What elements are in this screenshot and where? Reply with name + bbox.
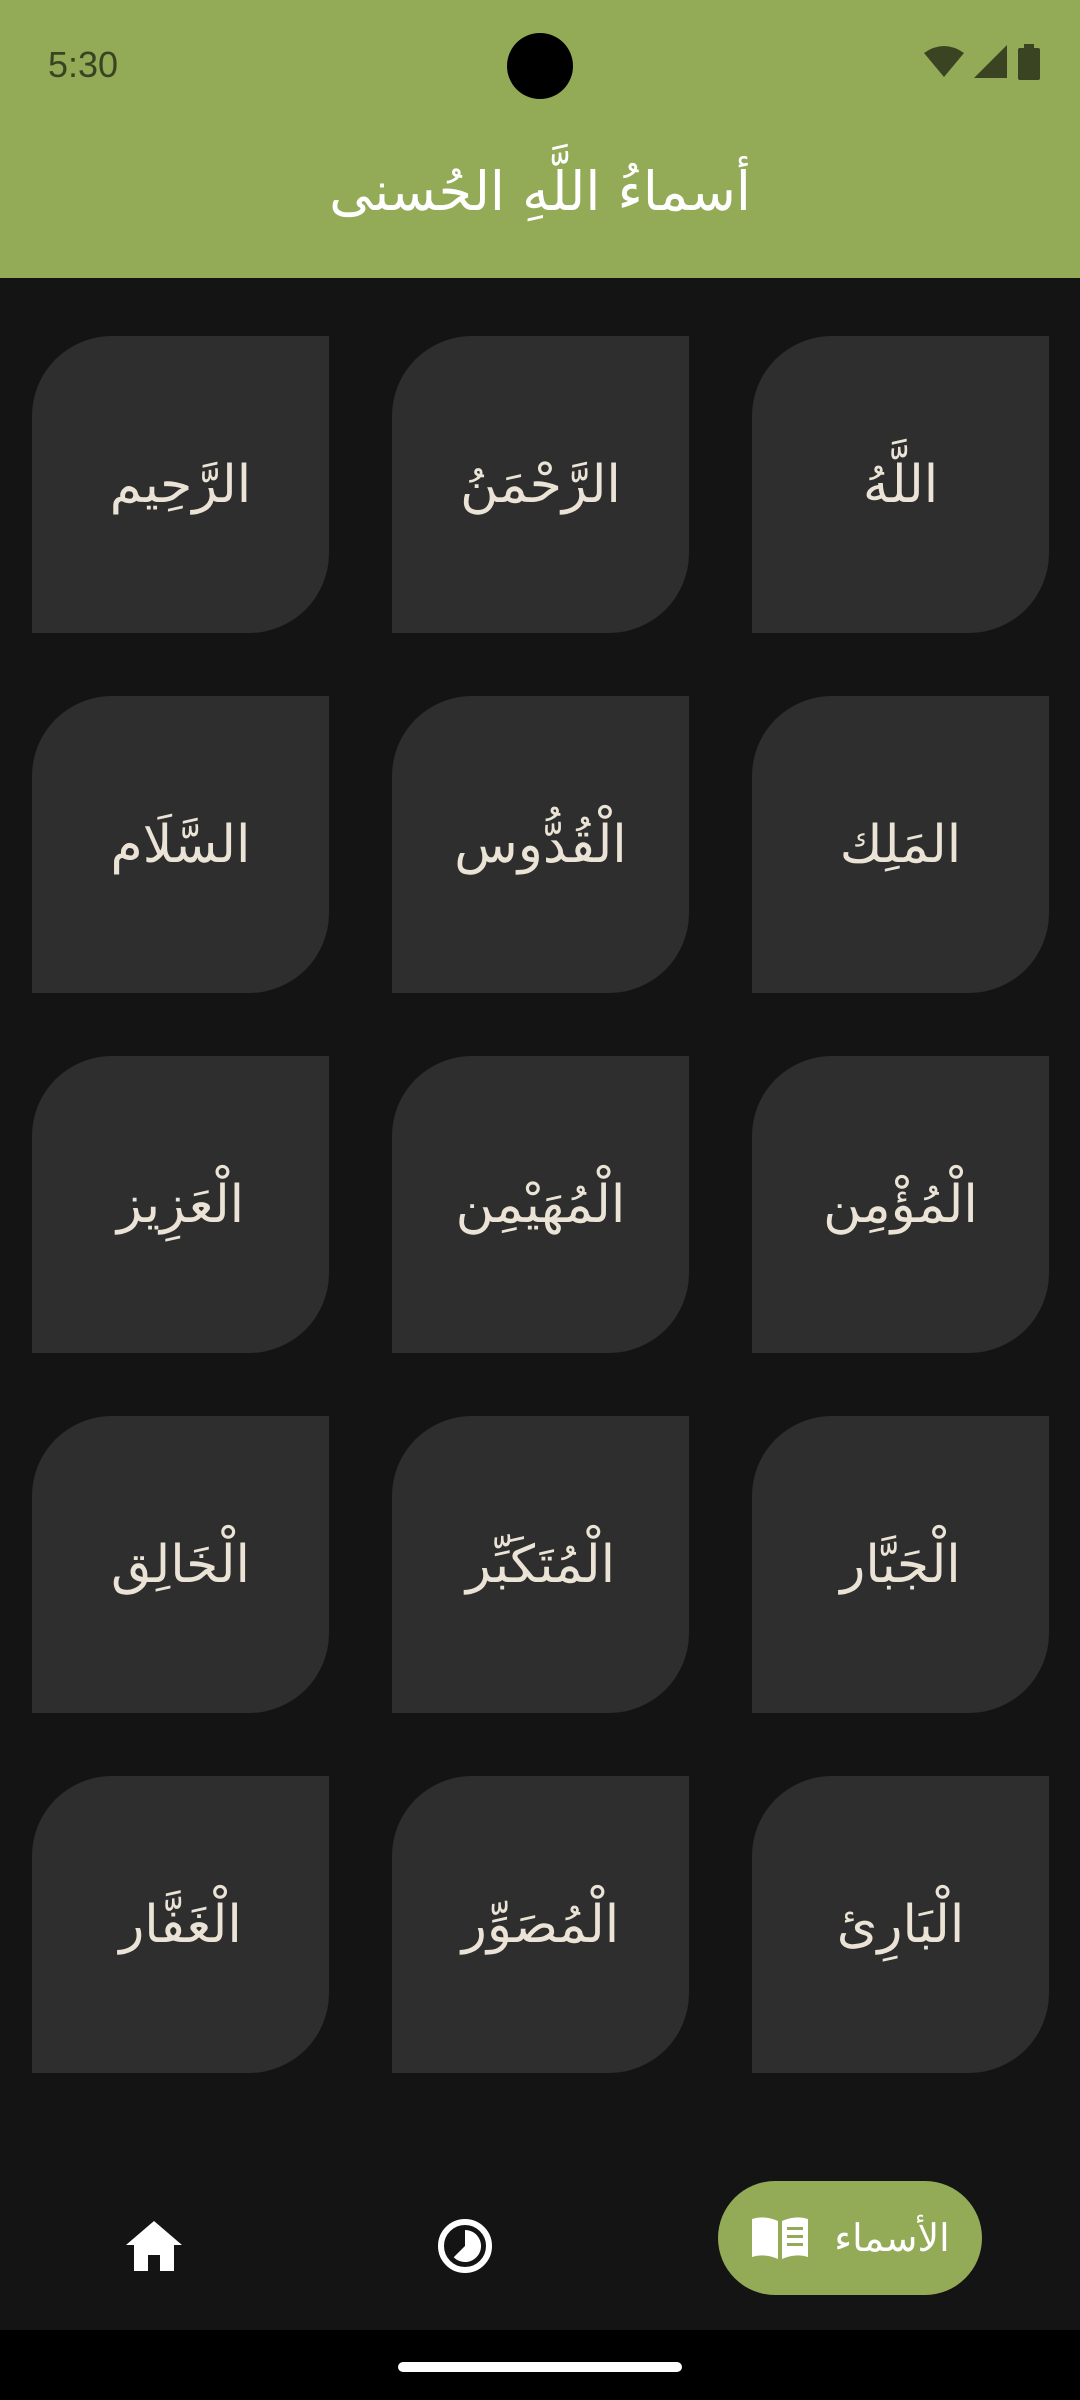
name-tile[interactable]: السَّلَام [32,696,329,993]
name-label: الْمُؤْمِن [823,1174,978,1235]
name-tile[interactable]: الْغَفَّار [32,1776,329,2073]
camera-cutout [507,33,573,99]
battery-icon [1018,44,1040,80]
nav-names-button[interactable]: الأسماء [718,2181,982,2295]
app-header: 5:30 أسماءُ اللَّهِ الحُسنى [0,0,1080,278]
bottom-navigation: الأسماء [0,2160,1080,2330]
name-tile[interactable]: الرَّحْمَنُ [392,336,689,633]
screen: 5:30 أسماءُ اللَّهِ الحُسنى اللَّهُ الرَ… [0,0,1080,2400]
names-grid: اللَّهُ الرَّحْمَنُ الرَّحِيم المَلِك ال… [31,336,1049,2073]
signal-icon [974,45,1007,78]
name-tile[interactable]: المَلِك [752,696,1049,993]
name-label: الْعَزِيز [116,1174,245,1235]
name-label: الْقُدُّوس [454,814,627,875]
status-time: 5:30 [48,44,119,85]
name-tile[interactable]: اللَّهُ [752,336,1049,633]
clock-icon [438,2219,492,2273]
status-icons [924,44,1040,80]
name-label: المَلِك [839,814,962,875]
name-label: الرَّحِيم [109,454,252,515]
name-tile[interactable]: الْمُتَكَبِّر [392,1416,689,1713]
name-label: الْغَفَّار [119,1894,242,1955]
name-tile[interactable]: الْعَزِيز [32,1056,329,1353]
name-tile[interactable]: الْخَالِق [32,1416,329,1713]
name-label: اللَّهُ [862,454,939,515]
nav-names-label: الأسماء [834,2216,950,2260]
home-indicator[interactable] [398,2362,682,2372]
nav-home-button[interactable] [118,2210,190,2282]
name-tile[interactable]: الْقُدُّوس [392,696,689,993]
name-label: الْمُصَوِّر [461,1894,620,1955]
name-tile[interactable]: الْمُصَوِّر [392,1776,689,2073]
name-label: الْبَارِئ [836,1894,965,1955]
name-label: الْجَبَّار [840,1534,961,1595]
name-tile[interactable]: الْجَبَّار [752,1416,1049,1713]
page-title: أسماءُ اللَّهِ الحُسنى [329,160,751,223]
name-label: الْمُهَيْمِن [455,1174,626,1235]
name-label: السَّلَام [110,814,251,875]
wifi-icon [924,46,964,77]
name-label: الْخَالِق [111,1534,250,1595]
name-tile[interactable]: الْمُهَيْمِن [392,1056,689,1353]
home-icon [126,2221,182,2271]
name-tile[interactable]: الْبَارِئ [752,1776,1049,2073]
name-tile[interactable]: الْمُؤْمِن [752,1056,1049,1353]
name-label: الرَّحْمَنُ [460,454,621,515]
name-label: الْمُتَكَبِّر [465,1534,616,1595]
book-icon [752,2217,809,2259]
name-tile[interactable]: الرَّحِيم [32,336,329,633]
nav-prayer-times-button[interactable] [429,2210,501,2282]
